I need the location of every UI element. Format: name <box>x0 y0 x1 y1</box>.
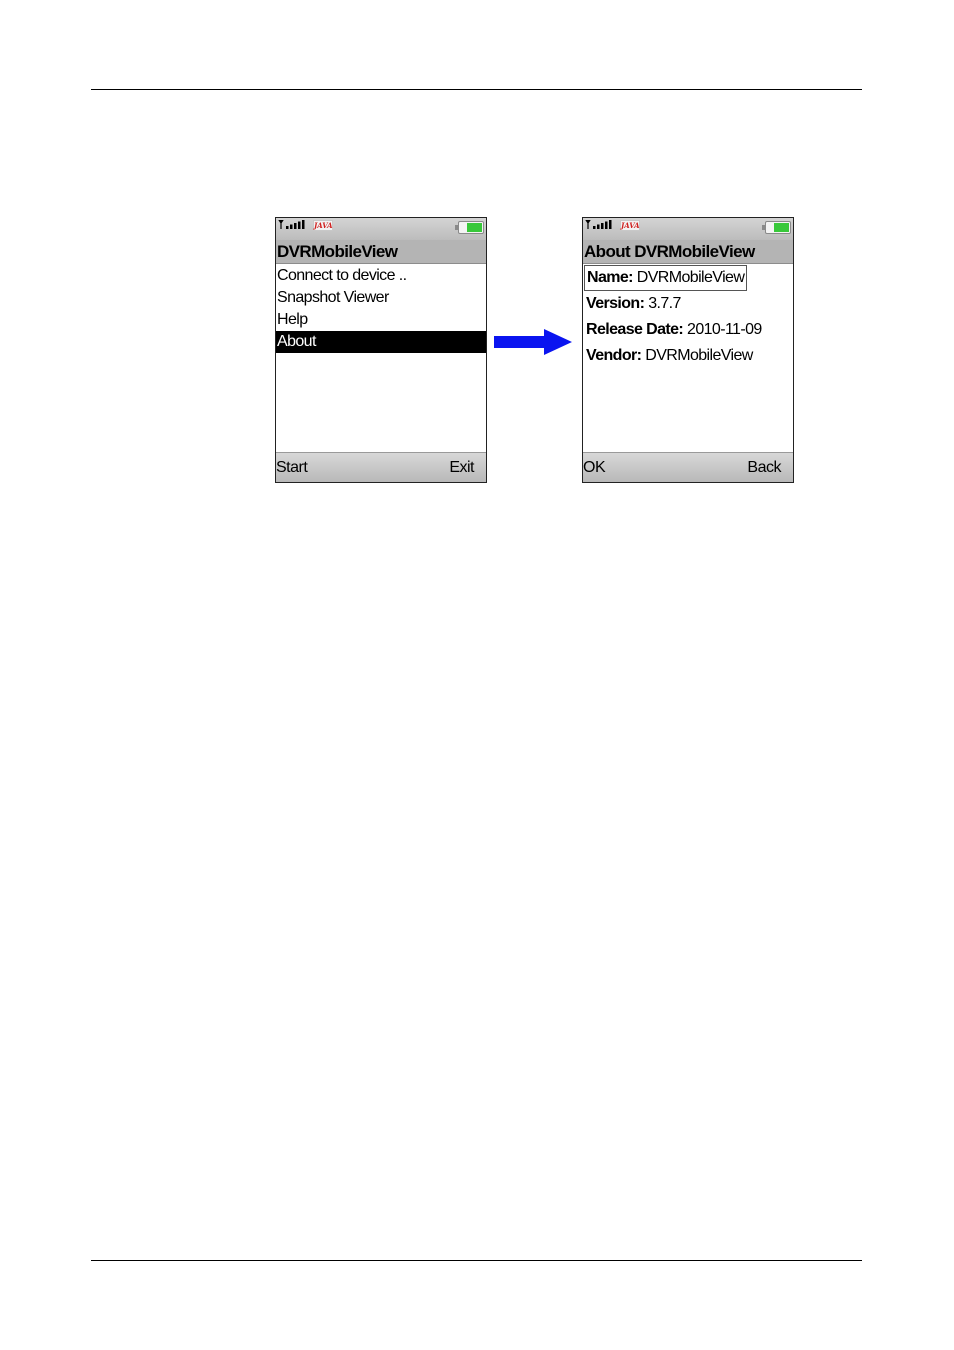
ok-softkey[interactable]: OK <box>583 459 606 477</box>
battery-icon <box>455 221 484 234</box>
right-arrow-icon <box>494 329 572 355</box>
about-details: Name: DVRMobileView Version: 3.7.7 Relea… <box>583 265 793 369</box>
status-bar: JAVA <box>583 218 793 240</box>
start-softkey[interactable]: Start <box>276 459 308 477</box>
signal-strength-icon <box>278 220 305 229</box>
version-label: Version: <box>586 295 645 312</box>
vendor-value: DVRMobileView <box>645 347 753 364</box>
version-value: 3.7.7 <box>648 295 681 312</box>
battery-icon <box>762 221 791 234</box>
header-rule <box>91 89 862 90</box>
release-date-row: Release Date: 2010-11-09 <box>583 317 793 343</box>
version-row: Version: 3.7.7 <box>583 291 793 317</box>
about-screen: JAVA About DVRMobileView Name: DVRMobile… <box>582 217 794 483</box>
screen-title: DVRMobileView <box>276 240 486 264</box>
menu-item-help[interactable]: Help <box>276 309 486 331</box>
release-date-value: 2010-11-09 <box>687 321 762 338</box>
vendor-label: Vendor: <box>586 347 642 364</box>
status-bar: JAVA <box>276 218 486 240</box>
name-row[interactable]: Name: DVRMobileView <box>583 265 793 291</box>
main-menu-list: Connect to device .. Snapshot Viewer Hel… <box>276 265 486 353</box>
java-icon: JAVA <box>620 220 640 231</box>
exit-softkey[interactable]: Exit <box>449 459 474 477</box>
signal-strength-icon <box>585 220 612 229</box>
menu-item-snapshot-viewer[interactable]: Snapshot Viewer <box>276 287 486 309</box>
menu-item-about[interactable]: About <box>276 331 486 353</box>
back-softkey[interactable]: Back <box>747 459 781 477</box>
vendor-row: Vendor: DVRMobileView <box>583 343 793 369</box>
footer-rule <box>91 1260 862 1261</box>
name-label: Name: <box>587 269 634 286</box>
name-field-focus[interactable]: Name: DVRMobileView <box>584 265 748 291</box>
main-menu-screen: JAVA DVRMobileView Connect to device .. … <box>275 217 487 483</box>
screen-title: About DVRMobileView <box>583 240 793 264</box>
release-date-label: Release Date: <box>586 321 684 338</box>
softkey-bar: Start Exit <box>276 452 486 482</box>
menu-item-connect[interactable]: Connect to device .. <box>276 265 486 287</box>
java-icon: JAVA <box>313 220 333 231</box>
name-value: DVRMobileView <box>636 269 745 286</box>
softkey-bar: OK Back <box>583 452 793 482</box>
